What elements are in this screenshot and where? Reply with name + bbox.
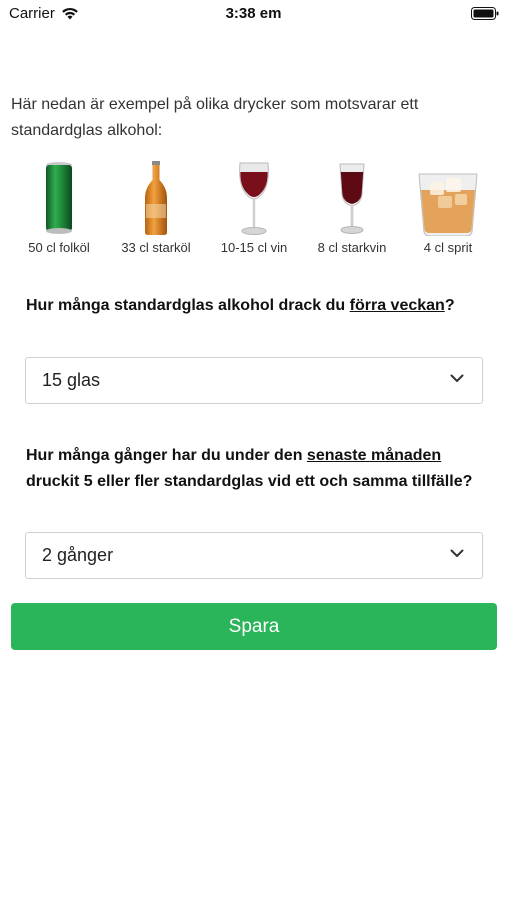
drink-label: 33 cl starköl (121, 240, 191, 255)
question-text: druckit 5 eller fler standardglas vid et… (26, 473, 473, 490)
fortified-wine-glass-icon (339, 163, 365, 234)
drink-label: 50 cl folköl (28, 240, 90, 255)
question-text: ? (444, 297, 455, 314)
drink-label: 8 cl starkvin (317, 240, 387, 255)
question-binge-last-month: Hur många gånger har du under den senast… (26, 443, 486, 495)
glasses-last-week-select[interactable]: 15 glas (25, 357, 483, 404)
chevron-down-icon (450, 549, 464, 557)
drink-item: 10-15 cl vin (206, 160, 302, 255)
wine-glass-icon (239, 162, 269, 235)
status-time: 3:38 em (225, 5, 282, 22)
drink-item: 4 cl sprit (400, 160, 496, 255)
status-bar: Carrier 3:38 em (0, 0, 507, 28)
battery-icon (471, 7, 499, 20)
beer-bottle-icon (145, 161, 167, 235)
question-last-week: Hur många standardglas alkohol drack du … (26, 293, 486, 319)
question-emphasis: senaste månaden (306, 447, 442, 464)
drink-item: 8 cl starkvin (304, 160, 400, 255)
drink-label: 4 cl sprit (423, 240, 473, 255)
spirits-glass-icon (418, 173, 478, 236)
drink-label: 10-15 cl vin (220, 240, 288, 255)
select-value: 2 gånger (42, 545, 114, 565)
drink-examples: 50 cl folköl 33 cl starköl 10-15 cl vin (0, 160, 507, 270)
question-text: Hur många gånger har du under den (26, 447, 307, 464)
binge-occasions-select[interactable]: 2 gånger (25, 532, 483, 579)
drink-item: 33 cl starköl (108, 160, 204, 255)
drink-item: 50 cl folköl (11, 160, 107, 255)
chevron-down-icon (450, 374, 464, 382)
select-value: 15 glas (42, 370, 101, 390)
beer-can-icon (46, 162, 72, 234)
save-button[interactable]: Spara (11, 603, 497, 650)
question-text: Hur många standardglas alkohol drack du (26, 297, 350, 314)
question-emphasis: förra veckan (349, 297, 445, 314)
intro-text: Här nedan är exempel på olika drycker so… (11, 96, 419, 139)
